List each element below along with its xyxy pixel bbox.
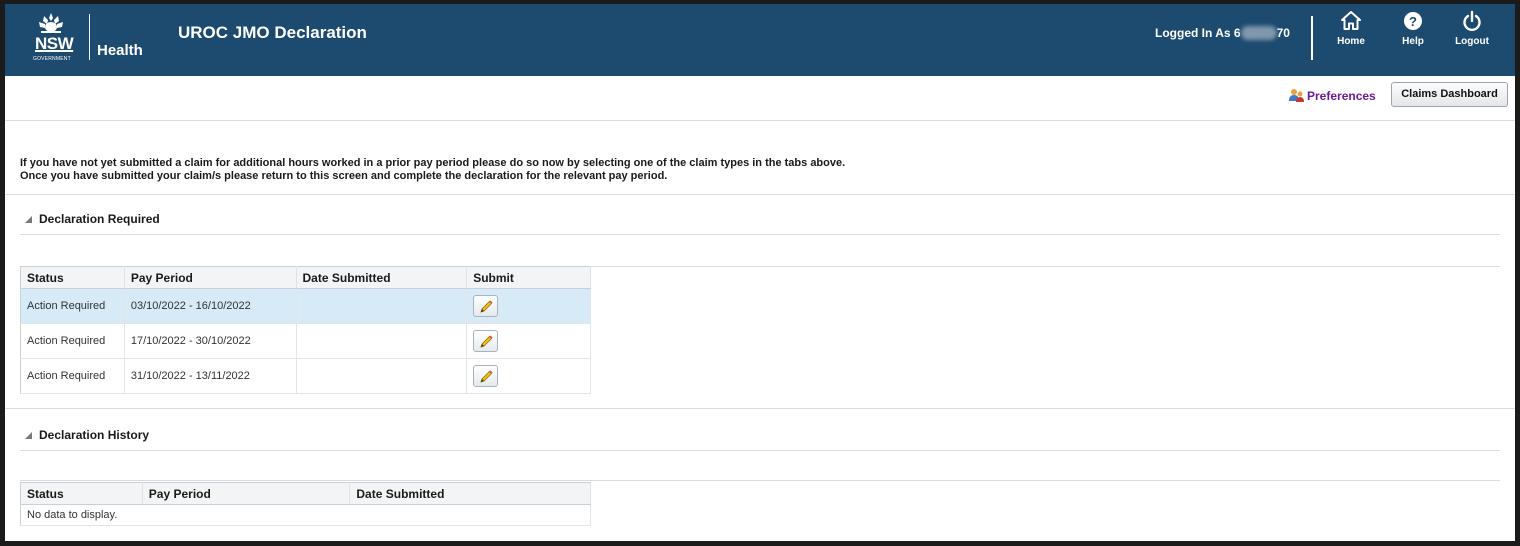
- intro-line-1: If you have not yet submitted a claim fo…: [20, 157, 846, 169]
- divider: [5, 408, 1515, 409]
- pencil-icon: [480, 300, 493, 313]
- date-submitted-cell: [296, 288, 468, 324]
- help-button[interactable]: ? Help: [1389, 10, 1437, 47]
- nsw-government-logo: NSW GOVERNMENT: [29, 12, 74, 64]
- intro-line-2: Once you have submitted your claim/s ple…: [20, 170, 668, 182]
- logout-button[interactable]: Logout: [1448, 10, 1496, 47]
- collapse-triangle-icon[interactable]: [25, 216, 32, 223]
- logged-in-prefix: Logged In As 6: [1155, 26, 1241, 40]
- app-window: NSW GOVERNMENT Health UROC JMO Declarati…: [0, 0, 1520, 546]
- redacted-user-id: [1240, 26, 1277, 40]
- home-button[interactable]: Home: [1327, 10, 1375, 47]
- logo-government-text: GOVERNMENT: [33, 56, 71, 62]
- status-cell: Action Required: [20, 323, 125, 359]
- table-header-row: Status Pay Period Date Submitted: [20, 482, 591, 505]
- header-divider: [1311, 16, 1313, 60]
- declaration-history-table: Status Pay Period Date Submitted No data…: [20, 482, 591, 526]
- logged-in-status: Logged In As 6 70: [1155, 26, 1290, 40]
- logged-in-suffix: 70: [1276, 26, 1290, 40]
- app-header: NSW GOVERNMENT Health UROC JMO Declarati…: [5, 4, 1515, 76]
- declaration-history-title: Declaration History: [39, 428, 150, 442]
- power-icon: [1463, 10, 1481, 31]
- collapse-triangle-icon[interactable]: [25, 432, 32, 439]
- pay-period-cell: 17/10/2022 - 30/10/2022: [124, 323, 297, 359]
- column-header-pay-period[interactable]: Pay Period: [142, 482, 351, 505]
- declaration-required-title: Declaration Required: [39, 212, 160, 226]
- declaration-required-header[interactable]: Declaration Required: [25, 212, 160, 226]
- submit-cell: [466, 358, 591, 394]
- pencil-icon: [480, 370, 493, 383]
- pencil-icon: [480, 335, 493, 348]
- preferences-label: Preferences: [1307, 89, 1376, 103]
- date-submitted-cell: [296, 323, 468, 359]
- column-header-submit[interactable]: Submit: [466, 266, 591, 289]
- submit-edit-button[interactable]: [473, 365, 499, 387]
- date-submitted-cell: [296, 358, 468, 394]
- logo-nsw-text: NSW: [35, 34, 74, 53]
- declaration-required-table: Status Pay Period Date Submitted Submit …: [20, 266, 591, 394]
- logo-divider: [89, 14, 90, 60]
- preferences-icon: [1289, 89, 1304, 102]
- app-title: UROC JMO Declaration: [178, 23, 367, 42]
- divider: [5, 194, 1515, 195]
- submit-edit-button[interactable]: [473, 330, 499, 352]
- pay-period-cell: 03/10/2022 - 16/10/2022: [124, 288, 297, 324]
- submit-cell: [466, 323, 591, 359]
- table-row[interactable]: Action Required 17/10/2022 - 30/10/2022: [20, 323, 591, 359]
- svg-text:?: ?: [1409, 14, 1417, 29]
- help-label: Help: [1402, 36, 1424, 47]
- empty-row: No data to display.: [20, 504, 591, 526]
- empty-message: No data to display.: [20, 504, 591, 526]
- column-header-status[interactable]: Status: [20, 266, 125, 289]
- divider: [20, 450, 1500, 451]
- column-header-date-submitted[interactable]: Date Submitted: [349, 482, 591, 505]
- logout-label: Logout: [1455, 36, 1489, 47]
- table-header-row: Status Pay Period Date Submitted Submit: [20, 266, 591, 289]
- toolbar: Preferences Claims Dashboard: [5, 76, 1515, 121]
- table-row[interactable]: Action Required 03/10/2022 - 16/10/2022: [20, 288, 591, 324]
- divider: [20, 234, 1500, 235]
- intro-text: If you have not yet submitted a claim fo…: [20, 157, 845, 183]
- claims-dashboard-button[interactable]: Claims Dashboard: [1391, 82, 1508, 107]
- table-row[interactable]: Action Required 31/10/2022 - 13/11/2022: [20, 358, 591, 394]
- home-label: Home: [1337, 36, 1365, 47]
- logo-health-text: Health: [97, 42, 143, 59]
- divider: [20, 480, 1500, 481]
- preferences-link[interactable]: Preferences: [1289, 88, 1376, 103]
- waratah-icon: [39, 13, 63, 33]
- status-cell: Action Required: [20, 358, 125, 394]
- home-icon: [1341, 11, 1361, 30]
- help-icon: ?: [1404, 12, 1422, 30]
- column-header-status[interactable]: Status: [20, 482, 143, 505]
- pay-period-cell: 31/10/2022 - 13/11/2022: [124, 358, 297, 394]
- submit-edit-button[interactable]: [473, 295, 499, 317]
- column-header-date-submitted[interactable]: Date Submitted: [296, 266, 468, 289]
- submit-cell: [466, 288, 591, 324]
- declaration-history-header[interactable]: Declaration History: [25, 428, 149, 442]
- column-header-pay-period[interactable]: Pay Period: [124, 266, 297, 289]
- status-cell: Action Required: [20, 288, 125, 324]
